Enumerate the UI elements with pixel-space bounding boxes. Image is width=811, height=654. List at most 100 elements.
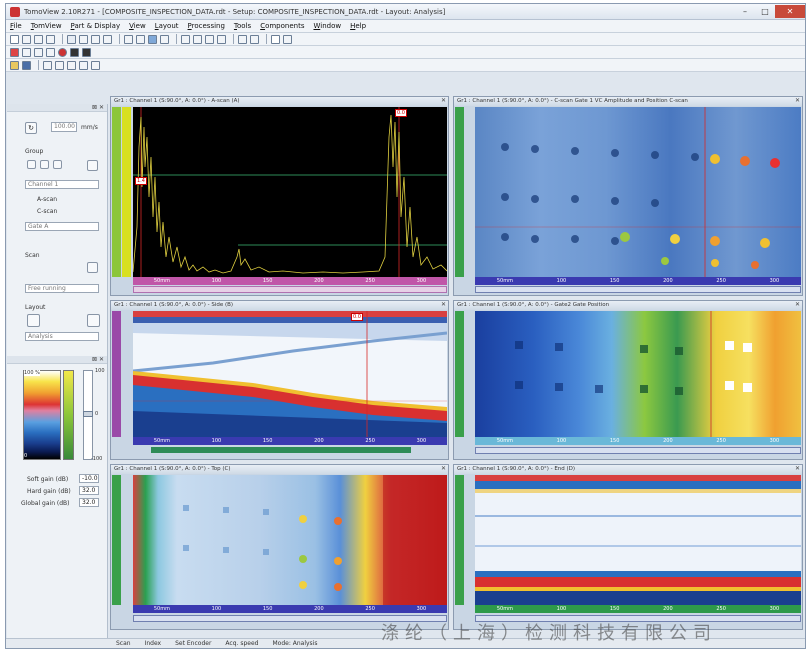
group-settings-icon[interactable]: [87, 160, 98, 171]
set-encoder-button[interactable]: Set Encoder: [175, 640, 211, 647]
chart-icon[interactable]: [34, 47, 43, 57]
help-pointer-icon[interactable]: [271, 34, 280, 44]
export-icon[interactable]: [205, 34, 214, 44]
cscan1-image[interactable]: [475, 107, 801, 277]
scan-settings-icon[interactable]: [87, 262, 98, 273]
ascan-plot[interactable]: 1.4 0.0: [133, 107, 447, 277]
gain-slider-track[interactable]: [83, 370, 93, 460]
menu-help[interactable]: Help: [350, 22, 366, 30]
wrench-icon[interactable]: [238, 34, 247, 44]
stop-icon[interactable]: [70, 47, 79, 57]
menu-tools[interactable]: Tools: [234, 22, 251, 30]
group-label: Group: [25, 148, 44, 155]
palette-min-label: 0: [24, 453, 28, 459]
end-bscan[interactable]: [475, 475, 801, 605]
menu-file[interactable]: File: [10, 22, 22, 30]
table-icon[interactable]: [181, 34, 190, 44]
measure-icon[interactable]: [136, 34, 145, 44]
layout-2-icon[interactable]: [55, 60, 64, 70]
minimize-button[interactable]: –: [735, 5, 755, 18]
delete-icon[interactable]: [124, 34, 133, 44]
layout-left-icon[interactable]: [27, 314, 40, 327]
ascan-gate-marker[interactable]: 1.4: [135, 177, 147, 185]
menu-part-display[interactable]: Part & Display: [71, 22, 121, 30]
palette-icon[interactable]: [148, 34, 157, 44]
layout-1-icon[interactable]: [43, 60, 52, 70]
wedge-icon[interactable]: [22, 47, 31, 57]
end-view[interactable]: Gr1 : Channel 1 (S:90.0°, A: 0.0°) - End…: [453, 464, 803, 630]
menu-processing[interactable]: Processing: [188, 22, 225, 30]
layout-select[interactable]: Analysis: [25, 332, 99, 341]
calibrate-icon[interactable]: [46, 47, 55, 57]
menu-tomoview[interactable]: TomView: [31, 22, 62, 30]
group-add-button[interactable]: [40, 160, 49, 169]
layout-5-icon[interactable]: [91, 60, 100, 70]
layout-4-icon[interactable]: [79, 60, 88, 70]
close-button[interactable]: ✕: [775, 4, 805, 18]
status-index: Index: [144, 640, 162, 647]
rotate-icon[interactable]: ↻: [25, 122, 37, 134]
cscan2-close-icon[interactable]: ✕: [795, 301, 800, 308]
key-icon[interactable]: [250, 34, 259, 44]
cursor-tool-icon[interactable]: [10, 34, 19, 44]
ascan-scrollbar[interactable]: [133, 286, 447, 293]
ascan-view[interactable]: Gr1 : Channel 1 (S:90.0°, A: 0.0°) - A-s…: [110, 96, 449, 296]
side-close-icon[interactable]: ✕: [441, 301, 446, 308]
pan-tool-icon[interactable]: [46, 34, 55, 44]
select-tool-icon[interactable]: [22, 34, 31, 44]
scan-mode-select[interactable]: Free running: [25, 284, 99, 293]
toolbar-3: [6, 59, 805, 72]
gate-select[interactable]: Gate A: [25, 222, 99, 231]
cscan1-close-icon[interactable]: ✕: [795, 97, 800, 104]
report-icon[interactable]: [193, 34, 202, 44]
ascan-close-icon[interactable]: ✕: [441, 97, 446, 104]
layout-quad-icon[interactable]: [103, 34, 112, 44]
info-icon[interactable]: [283, 34, 292, 44]
side-scrollbar[interactable]: [151, 447, 411, 453]
layout-grid-icon[interactable]: [67, 34, 76, 44]
menu-components[interactable]: Components: [260, 22, 304, 30]
end-close-icon[interactable]: ✕: [795, 465, 800, 472]
open-icon[interactable]: [10, 60, 19, 70]
zoom-tool-icon[interactable]: [34, 34, 43, 44]
layout-3-icon[interactable]: [67, 60, 76, 70]
soft-gain-input[interactable]: -10.0: [79, 474, 99, 483]
cscan-position-view[interactable]: Gr1 : Channel 1 (S:90.0°, A: 0.0°) - Gat…: [453, 300, 803, 460]
maximize-button[interactable]: □: [755, 5, 775, 18]
channel-select[interactable]: Channel 1: [25, 180, 99, 189]
group-next-button[interactable]: [53, 160, 62, 169]
color-palette[interactable]: [23, 370, 61, 460]
print-icon[interactable]: [217, 34, 226, 44]
top-view[interactable]: Gr1 : Channel 1 (S:90.0°, A: 0.0°) - Top…: [110, 464, 449, 630]
ascan-cursor-marker[interactable]: 0.0: [395, 109, 407, 117]
menu-layout[interactable]: Layout: [155, 22, 179, 30]
side-title: Gr1 : Channel 1 (S:90.0°, A: 0.0°) - Sid…: [111, 301, 448, 310]
cscan2-scrollbar[interactable]: [475, 447, 801, 454]
probe-icon[interactable]: [10, 47, 19, 57]
save-icon[interactable]: [22, 60, 31, 70]
side-cursor-marker[interactable]: 0.0: [351, 313, 363, 321]
layout-stack-icon[interactable]: [91, 34, 100, 44]
menu-view[interactable]: View: [129, 22, 146, 30]
cscan1-scrollbar[interactable]: [475, 286, 801, 293]
global-gain-input[interactable]: 32.0: [79, 498, 99, 507]
top-cscan[interactable]: [133, 475, 447, 605]
side-bscan[interactable]: 0.0: [133, 311, 447, 437]
group-prev-button[interactable]: [27, 160, 36, 169]
cscan-amplitude-view[interactable]: Gr1 : Channel 1 (S:90.0°, A: 0.0°) - C-s…: [453, 96, 803, 296]
ascan-toggle-label[interactable]: A-scan: [37, 196, 57, 203]
ascan-horizontal-ruler: 50mm 100 150 200 250 300: [133, 277, 447, 285]
cscan2-image[interactable]: [475, 311, 801, 437]
cscan-toggle-label[interactable]: C-scan: [37, 208, 57, 215]
gain-icon[interactable]: [160, 34, 169, 44]
speed-input[interactable]: 100.00: [51, 122, 77, 132]
side-view[interactable]: Gr1 : Channel 1 (S:90.0°, A: 0.0°) - Sid…: [110, 300, 449, 460]
hard-gain-input[interactable]: 32.0: [79, 486, 99, 495]
menu-window[interactable]: Window: [313, 22, 341, 30]
layout-right-icon[interactable]: [87, 314, 100, 327]
top-close-icon[interactable]: ✕: [441, 465, 446, 472]
gain-slider-thumb[interactable]: [83, 411, 93, 417]
record-icon[interactable]: [58, 47, 67, 57]
save-data-icon[interactable]: [82, 47, 91, 57]
layout-split-icon[interactable]: [79, 34, 88, 44]
